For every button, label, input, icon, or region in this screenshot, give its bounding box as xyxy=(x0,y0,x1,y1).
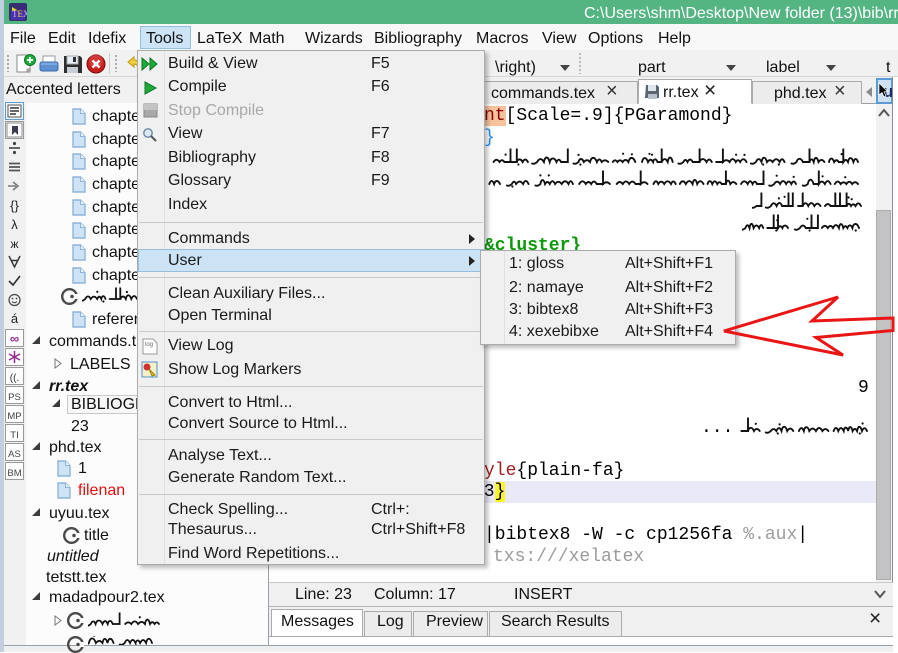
svg-text:log: log xyxy=(145,342,153,348)
svg-text:TEX: TEX xyxy=(12,9,27,19)
